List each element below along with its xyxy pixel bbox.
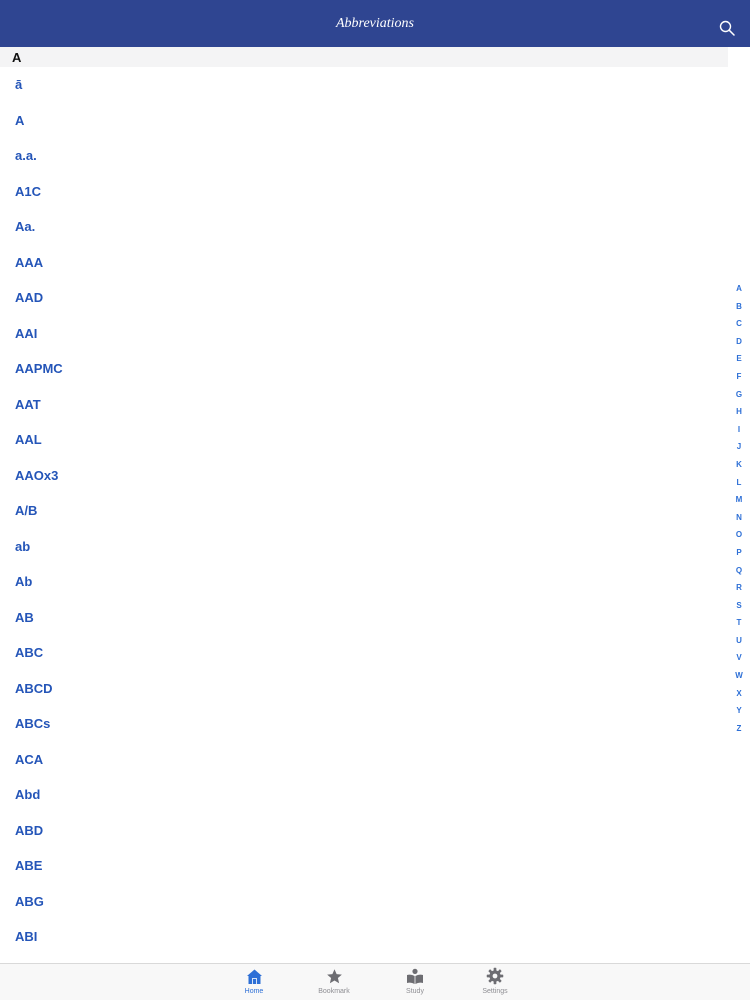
section-header-letter: A: [12, 49, 22, 65]
list-item-label: ACA: [15, 751, 44, 767]
list-item-label: ABG: [15, 893, 44, 909]
index-letter-t[interactable]: T: [737, 614, 742, 632]
list-item[interactable]: ab: [0, 529, 728, 565]
list-item-label: AB: [15, 609, 34, 625]
book-icon: [406, 967, 424, 985]
tab-settings-label: Settings: [482, 988, 508, 995]
tab-bar: Home Bookmark Study Settings: [0, 963, 750, 1000]
section-index[interactable]: A B C D E F G H I J K L M N O P Q R S T …: [734, 280, 744, 737]
list-item[interactable]: AAT: [0, 387, 728, 423]
list-item-label: AAL: [15, 432, 42, 448]
list-item-label: a.a.: [15, 148, 37, 164]
list-item[interactable]: ABD: [0, 813, 728, 849]
list-item-label: AAT: [15, 396, 41, 412]
navigation-bar: Abbreviations: [0, 0, 750, 47]
list-item[interactable]: ABCs: [0, 706, 728, 742]
list-item-label: ABI: [15, 929, 38, 945]
list-item-label: A1C: [15, 183, 42, 199]
index-letter-q[interactable]: Q: [736, 562, 742, 580]
list-item-label: ABCs: [15, 716, 51, 732]
list-item[interactable]: ABCD: [0, 671, 728, 707]
index-letter-v[interactable]: V: [736, 649, 741, 667]
list-item[interactable]: A: [0, 103, 728, 139]
list-item-label: A: [15, 112, 25, 128]
index-letter-y[interactable]: Y: [736, 702, 741, 720]
list-item[interactable]: A1C: [0, 174, 728, 210]
tab-bookmark[interactable]: Bookmark: [304, 967, 364, 1000]
index-letter-x[interactable]: X: [736, 685, 741, 703]
list-item-label: AAD: [15, 290, 44, 306]
page-title: Abbreviations: [335, 16, 415, 31]
index-letter-l[interactable]: L: [737, 474, 742, 492]
index-letter-u[interactable]: U: [736, 632, 742, 650]
list-item-label: AAPMC: [15, 361, 63, 377]
list-item[interactable]: ACA: [0, 742, 728, 778]
index-letter-r[interactable]: R: [736, 579, 742, 597]
index-letter-z[interactable]: Z: [737, 720, 742, 738]
index-letter-p[interactable]: P: [736, 544, 741, 562]
list-item-label: Aa.: [15, 219, 36, 235]
search-icon: [719, 20, 735, 36]
index-letter-w[interactable]: W: [735, 667, 743, 685]
tab-home[interactable]: Home: [224, 967, 284, 1000]
list-item[interactable]: AAOx3: [0, 458, 728, 494]
list-item[interactable]: a.a.: [0, 138, 728, 174]
tab-study[interactable]: Study: [385, 967, 445, 1000]
list-item-label: ABCD: [15, 680, 53, 696]
list-item-label: A/B: [15, 503, 38, 519]
list-item[interactable]: AB: [0, 600, 728, 636]
index-letter-a[interactable]: A: [736, 280, 742, 298]
tab-settings[interactable]: Settings: [465, 967, 525, 1000]
list-item-label: ABE: [15, 858, 43, 874]
index-letter-e[interactable]: E: [736, 350, 741, 368]
list-item[interactable]: AAL: [0, 422, 728, 458]
list-item-label: Ab: [15, 574, 33, 590]
tab-study-label: Study: [406, 988, 424, 995]
index-letter-i[interactable]: I: [738, 421, 740, 439]
list-item[interactable]: AAD: [0, 280, 728, 316]
list-item[interactable]: ā: [0, 67, 728, 103]
index-letter-k[interactable]: K: [736, 456, 742, 474]
section-header: A: [0, 47, 728, 67]
gear-icon: [486, 967, 504, 985]
index-letter-b[interactable]: B: [736, 298, 742, 316]
home-icon: [245, 967, 263, 985]
index-letter-g[interactable]: G: [736, 386, 742, 404]
list-item-label: ABC: [15, 645, 44, 661]
list-item[interactable]: Abd: [0, 777, 728, 813]
list-item-label: ABD: [15, 822, 44, 838]
star-icon: [325, 967, 343, 985]
index-letter-m[interactable]: M: [736, 491, 743, 509]
list-item-label: AAOx3: [15, 467, 59, 483]
tab-bookmark-label: Bookmark: [318, 988, 350, 995]
index-letter-h[interactable]: H: [736, 403, 742, 421]
list-item-label: AAA: [15, 254, 44, 270]
list-item-label: Abd: [15, 787, 41, 803]
list-item[interactable]: AAI: [0, 316, 728, 352]
list-item[interactable]: AAA: [0, 245, 728, 281]
list-item-label: AAI: [15, 325, 38, 341]
tab-home-label: Home: [244, 988, 264, 995]
abbreviation-list: ā A a.a. A1C Aa. AAA AAD AAI AAPMC AAT A…: [0, 67, 728, 955]
list-item[interactable]: ABI: [0, 919, 728, 955]
index-letter-s[interactable]: S: [736, 597, 741, 615]
index-letter-c[interactable]: C: [736, 315, 742, 333]
list-item[interactable]: Ab: [0, 564, 728, 600]
list-item[interactable]: A/B: [0, 493, 728, 529]
list-item[interactable]: ABC: [0, 635, 728, 671]
list-item[interactable]: ABG: [0, 884, 728, 920]
list-item-label: ā: [15, 77, 23, 93]
index-letter-n[interactable]: N: [736, 509, 742, 527]
index-letter-j[interactable]: J: [737, 438, 741, 456]
index-letter-o[interactable]: O: [736, 526, 742, 544]
list-item[interactable]: Aa.: [0, 209, 728, 245]
index-letter-f[interactable]: F: [737, 368, 742, 386]
list-item-label: ab: [15, 538, 31, 554]
search-button[interactable]: [718, 19, 736, 37]
list-item[interactable]: AAPMC: [0, 351, 728, 387]
app-root: Abbreviations A ā A a.a. A1C Aa. AAA AAD…: [0, 0, 750, 1000]
index-letter-d[interactable]: D: [736, 333, 742, 351]
list-item[interactable]: ABE: [0, 848, 728, 884]
